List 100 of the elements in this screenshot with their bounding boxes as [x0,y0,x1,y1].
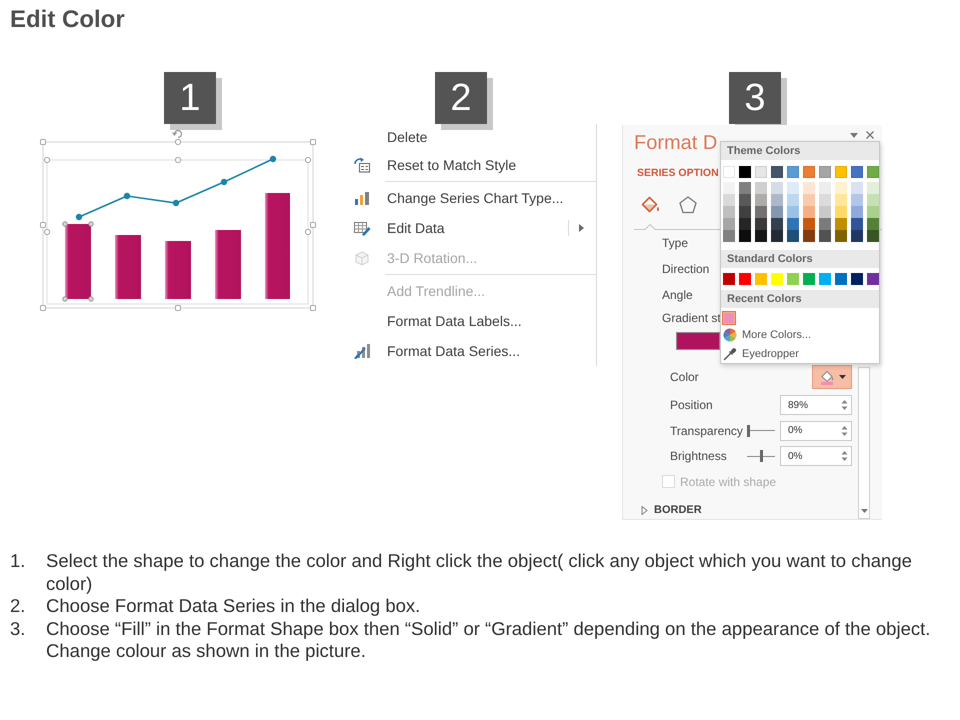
resize-handle[interactable] [304,156,312,164]
swatch-icon[interactable] [819,273,831,285]
down-arrow-icon[interactable] [860,509,868,513]
swatch-icon[interactable] [803,206,815,218]
swatch-icon[interactable] [771,206,783,218]
swatch-icon[interactable] [755,230,767,242]
spinner-arrows-icon[interactable] [841,424,848,437]
swatch-icon[interactable] [803,194,815,206]
swatch-icon[interactable] [723,273,735,285]
menu-item[interactable]: Eyedropper [723,346,799,362]
rotate-handle-icon[interactable] [172,130,182,138]
swatch-icon[interactable] [867,182,879,194]
spin-field[interactable]: 89% [780,395,852,415]
gradient-bar[interactable] [676,332,720,350]
swatch-icon[interactable] [819,194,831,206]
menu-item[interactable]: Delete [350,124,596,150]
menu-item[interactable]: Change Series Chart Type... [350,183,596,213]
slider-thumb[interactable] [760,450,762,462]
swatch-icon[interactable] [851,206,863,218]
swatch-icon[interactable] [819,230,831,242]
resize-handle[interactable] [44,156,50,164]
resize-handle[interactable] [88,221,94,227]
swatch-icon[interactable] [803,218,815,230]
color-button[interactable] [812,365,852,389]
swatch-icon[interactable] [819,206,831,218]
swatch-icon[interactable] [723,230,735,242]
resize-handle[interactable] [40,139,46,145]
resize-handle[interactable] [88,296,94,302]
swatch-icon[interactable] [755,218,767,230]
swatch-icon[interactable] [835,182,847,194]
swatch-icon[interactable] [771,230,783,242]
swatch-icon[interactable] [803,273,815,285]
resize-handle[interactable] [310,305,316,311]
swatch-icon[interactable] [723,182,735,194]
swatch-icon[interactable] [739,230,751,242]
swatch-icon[interactable] [739,206,751,218]
menu-item[interactable]: Format Data Labels... [350,306,596,336]
caret-icon[interactable] [850,132,858,138]
swatch-icon[interactable] [867,206,879,218]
swatch-icon[interactable] [835,218,847,230]
swatch-icon[interactable] [851,218,863,230]
resize-handle[interactable] [62,221,68,227]
swatch-icon[interactable] [787,230,799,242]
swatch-icon[interactable] [755,273,767,285]
close-icon[interactable] [866,131,874,139]
swatch-icon[interactable] [835,206,847,218]
swatch-icon[interactable] [755,194,767,206]
menu-item[interactable]: Format Data Series... [350,336,596,366]
swatch-icon[interactable] [787,206,799,218]
swatch-icon[interactable] [867,194,879,206]
swatch-icon[interactable] [722,311,736,325]
section-tab[interactable]: SERIES OPTION [637,160,719,186]
resize-handle[interactable] [174,138,182,146]
swatch-icon[interactable] [867,218,879,230]
swatch-icon[interactable] [723,218,735,230]
swatch-icon[interactable] [739,273,751,285]
swatch-icon[interactable] [723,206,735,218]
swatch-icon[interactable] [771,273,783,285]
swatch-icon[interactable] [771,194,783,206]
menu-item[interactable]: More Colors... [723,327,812,343]
swatch-icon[interactable] [787,182,799,194]
paint-bucket-icon[interactable] [640,195,660,215]
swatch-icon[interactable] [723,194,735,206]
swatch-icon[interactable] [851,182,863,194]
swatch-icon[interactable] [851,230,863,242]
swatch-icon[interactable] [867,230,879,242]
spinner-arrows-icon[interactable] [841,399,848,411]
resize-handle[interactable] [174,156,182,164]
swatch-icon[interactable] [771,218,783,230]
swatch-icon[interactable] [787,194,799,206]
pentagon-icon[interactable] [678,195,698,215]
menu-item[interactable]: Edit Data [350,213,596,243]
swatch-icon[interactable] [739,194,751,206]
swatch-icon[interactable] [803,182,815,194]
swatch-icon[interactable] [835,273,847,285]
swatch-icon[interactable] [867,273,879,285]
spin-field[interactable]: 0% [780,420,852,441]
resize-handle[interactable] [62,296,68,302]
spin-field[interactable]: 0% [780,446,852,466]
swatch-icon[interactable] [787,218,799,230]
slider-thumb[interactable] [747,424,750,437]
swatch-icon[interactable] [835,230,847,242]
swatch-icon[interactable] [819,182,831,194]
swatch-icon[interactable] [851,273,863,285]
swatch-icon[interactable] [803,230,815,242]
section-header[interactable]: BORDER [641,500,702,520]
resize-handle[interactable] [310,139,316,145]
resize-handle[interactable] [40,305,46,311]
swatch-icon[interactable] [835,194,847,206]
swatch-icon[interactable] [739,218,751,230]
swatch-icon[interactable] [851,194,863,206]
swatch-icon[interactable] [755,206,767,218]
swatch-icon[interactable] [755,182,767,194]
swatch-icon[interactable] [819,218,831,230]
swatch-icon[interactable] [787,273,799,285]
swatch-icon[interactable] [739,182,751,194]
swatch-icon[interactable] [771,182,783,194]
resize-handle[interactable] [175,305,181,311]
spinner-arrows-icon[interactable] [841,450,848,462]
scrollbar[interactable] [858,367,870,519]
